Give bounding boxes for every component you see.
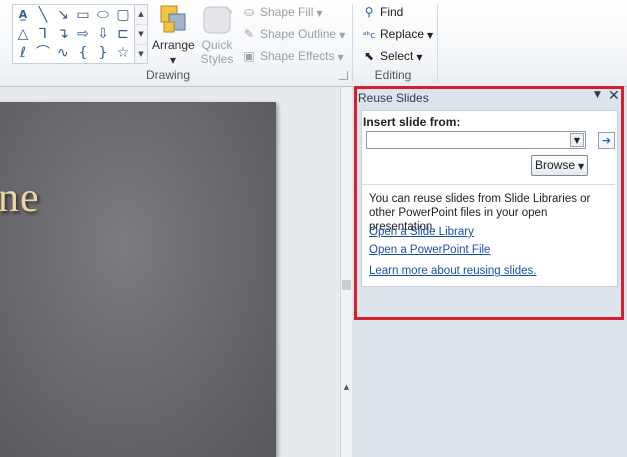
pencil-icon: ✎ [243, 27, 255, 41]
triangle-shape-icon[interactable]: △ [14, 25, 32, 43]
ribbon: A̲ ╲ ↘ ▭ ⬭ ▢ △ ⅂ ↴ ⇨ ⇩ ⊏ ℓ ⌒ ∿ { } ☆ ▲ ▼… [0, 0, 627, 87]
slide-canvas[interactable]: ne [0, 102, 276, 457]
paint-bucket-icon: ⛀ [243, 5, 255, 19]
insert-slide-from-label: Insert slide from: [363, 115, 461, 129]
browse-label: Browse [535, 158, 576, 172]
arrange-label: Arrange [152, 38, 195, 52]
go-arrow-button[interactable]: ➔ [598, 132, 615, 149]
shape-outline-label: Shape Outline [260, 27, 337, 41]
elbow-arrow-connector-shape-icon[interactable]: ↴ [54, 25, 72, 43]
task-pane-header: Reuse Slides ▼ ✕ [358, 88, 622, 107]
browse-button[interactable]: Browse ▼ [531, 155, 588, 176]
drawing-group-label: Drawing [145, 68, 190, 82]
replace-dropdown-icon: ▼ [427, 31, 434, 40]
elbow-connector-shape-icon[interactable]: ⅂ [34, 25, 52, 43]
scrollbar-thumb[interactable] [342, 280, 351, 290]
combobox-dropdown-icon[interactable]: ▼ [570, 133, 584, 147]
close-icon[interactable]: ✕ [608, 88, 620, 104]
editing-group-label: Editing [374, 68, 412, 82]
shape-outline-dropdown-icon: ▼ [339, 31, 346, 40]
shape-effects-button[interactable]: ▣ Shape Effects ▼ [241, 46, 344, 66]
scroll-down-arrow-icon[interactable]: ▲ [341, 383, 352, 391]
left-brace-shape-icon[interactable]: { [74, 44, 92, 62]
open-slide-library-link[interactable]: Open a Slide Library [369, 226, 474, 238]
select-button[interactable]: ⬉ Select ▼ [361, 46, 423, 66]
gallery-more-icon[interactable]: ▼ [135, 45, 147, 64]
arrow-line-shape-icon[interactable]: ↘ [54, 6, 72, 24]
shapes-gallery-scroll[interactable]: ▲ ▼ ▼ [134, 4, 148, 64]
select-label: Select [380, 49, 414, 63]
curve-shape-icon[interactable]: ∿ [54, 44, 72, 62]
slide-workspace: ne [0, 87, 340, 457]
right-arrow-icon: ➔ [601, 134, 612, 147]
shape-fill-label: Shape Fill [260, 5, 314, 19]
text-box-shape-icon[interactable]: A̲ [14, 6, 32, 24]
shape-outline-button[interactable]: ✎ Shape Outline ▼ [241, 24, 345, 44]
task-pane-title: Reuse Slides [358, 91, 429, 105]
open-powerpoint-file-link[interactable]: Open a PowerPoint File [369, 244, 490, 256]
replace-button[interactable]: ᵃᵇc Replace ▼ [361, 24, 433, 44]
replace-label: Replace [380, 27, 425, 41]
freeform-shape-icon[interactable]: ℓ [14, 44, 32, 62]
arrange-dropdown-icon: ▼ [169, 56, 177, 65]
star-shape-icon[interactable]: ☆ [114, 44, 132, 62]
down-arrow-shape-icon[interactable]: ⇩ [94, 25, 112, 43]
slide-source-combobox[interactable]: ▼ [366, 131, 586, 149]
select-dropdown-icon: ▼ [416, 53, 423, 62]
group-separator [352, 4, 353, 82]
binoculars-icon: ⚲ [364, 5, 374, 19]
slide-title-text[interactable]: ne [0, 174, 40, 222]
quick-styles-icon [203, 6, 233, 34]
cursor-icon: ⬉ [363, 49, 375, 63]
quick-styles-label-line1: Quick [201, 38, 233, 52]
arrange-button[interactable]: Arrange ▼ [152, 4, 195, 66]
oval-shape-icon[interactable]: ⬭ [94, 6, 112, 24]
shapes-gallery[interactable]: A̲ ╲ ↘ ▭ ⬭ ▢ △ ⅂ ↴ ⇨ ⇩ ⊏ ℓ ⌒ ∿ { } ☆ [12, 4, 136, 64]
shape-effects-icon: ▣ [243, 49, 255, 63]
shape-effects-label: Shape Effects [260, 49, 335, 63]
find-label: Find [380, 5, 404, 19]
shape-effects-dropdown-icon: ▼ [337, 53, 344, 62]
quick-styles-button[interactable]: Quick Styles [197, 4, 237, 66]
find-button[interactable]: ⚲ Find [361, 2, 404, 22]
shape-fill-dropdown-icon: ▼ [316, 9, 323, 18]
right-arrow-shape-icon[interactable]: ⇨ [74, 25, 92, 43]
learn-more-link[interactable]: Learn more about reusing slides. [369, 265, 537, 277]
rectangle-shape-icon[interactable]: ▭ [74, 6, 92, 24]
right-brace-shape-icon[interactable]: } [94, 44, 112, 62]
line-shape-icon[interactable]: ╲ [34, 6, 52, 24]
arrange-icon [160, 5, 186, 33]
rounded-rectangle-shape-icon[interactable]: ▢ [114, 6, 132, 24]
gallery-scroll-up-icon[interactable]: ▲ [135, 5, 147, 25]
quick-styles-label-line2: Styles [200, 52, 234, 66]
flowchart-shape-icon[interactable]: ⊏ [114, 25, 132, 43]
browse-dropdown-icon: ▼ [578, 162, 585, 171]
arc-shape-icon[interactable]: ⌒ [34, 44, 52, 62]
task-pane-options-icon[interactable]: ▼ [594, 90, 601, 100]
drawing-dialog-launcher-icon[interactable] [339, 71, 348, 80]
shape-fill-button[interactable]: ⛀ Shape Fill ▼ [241, 2, 323, 22]
gallery-scroll-down-icon[interactable]: ▼ [135, 25, 147, 45]
group-separator [437, 4, 438, 82]
replace-icon: ᵃᵇc [362, 31, 376, 41]
pane-divider [362, 184, 615, 185]
